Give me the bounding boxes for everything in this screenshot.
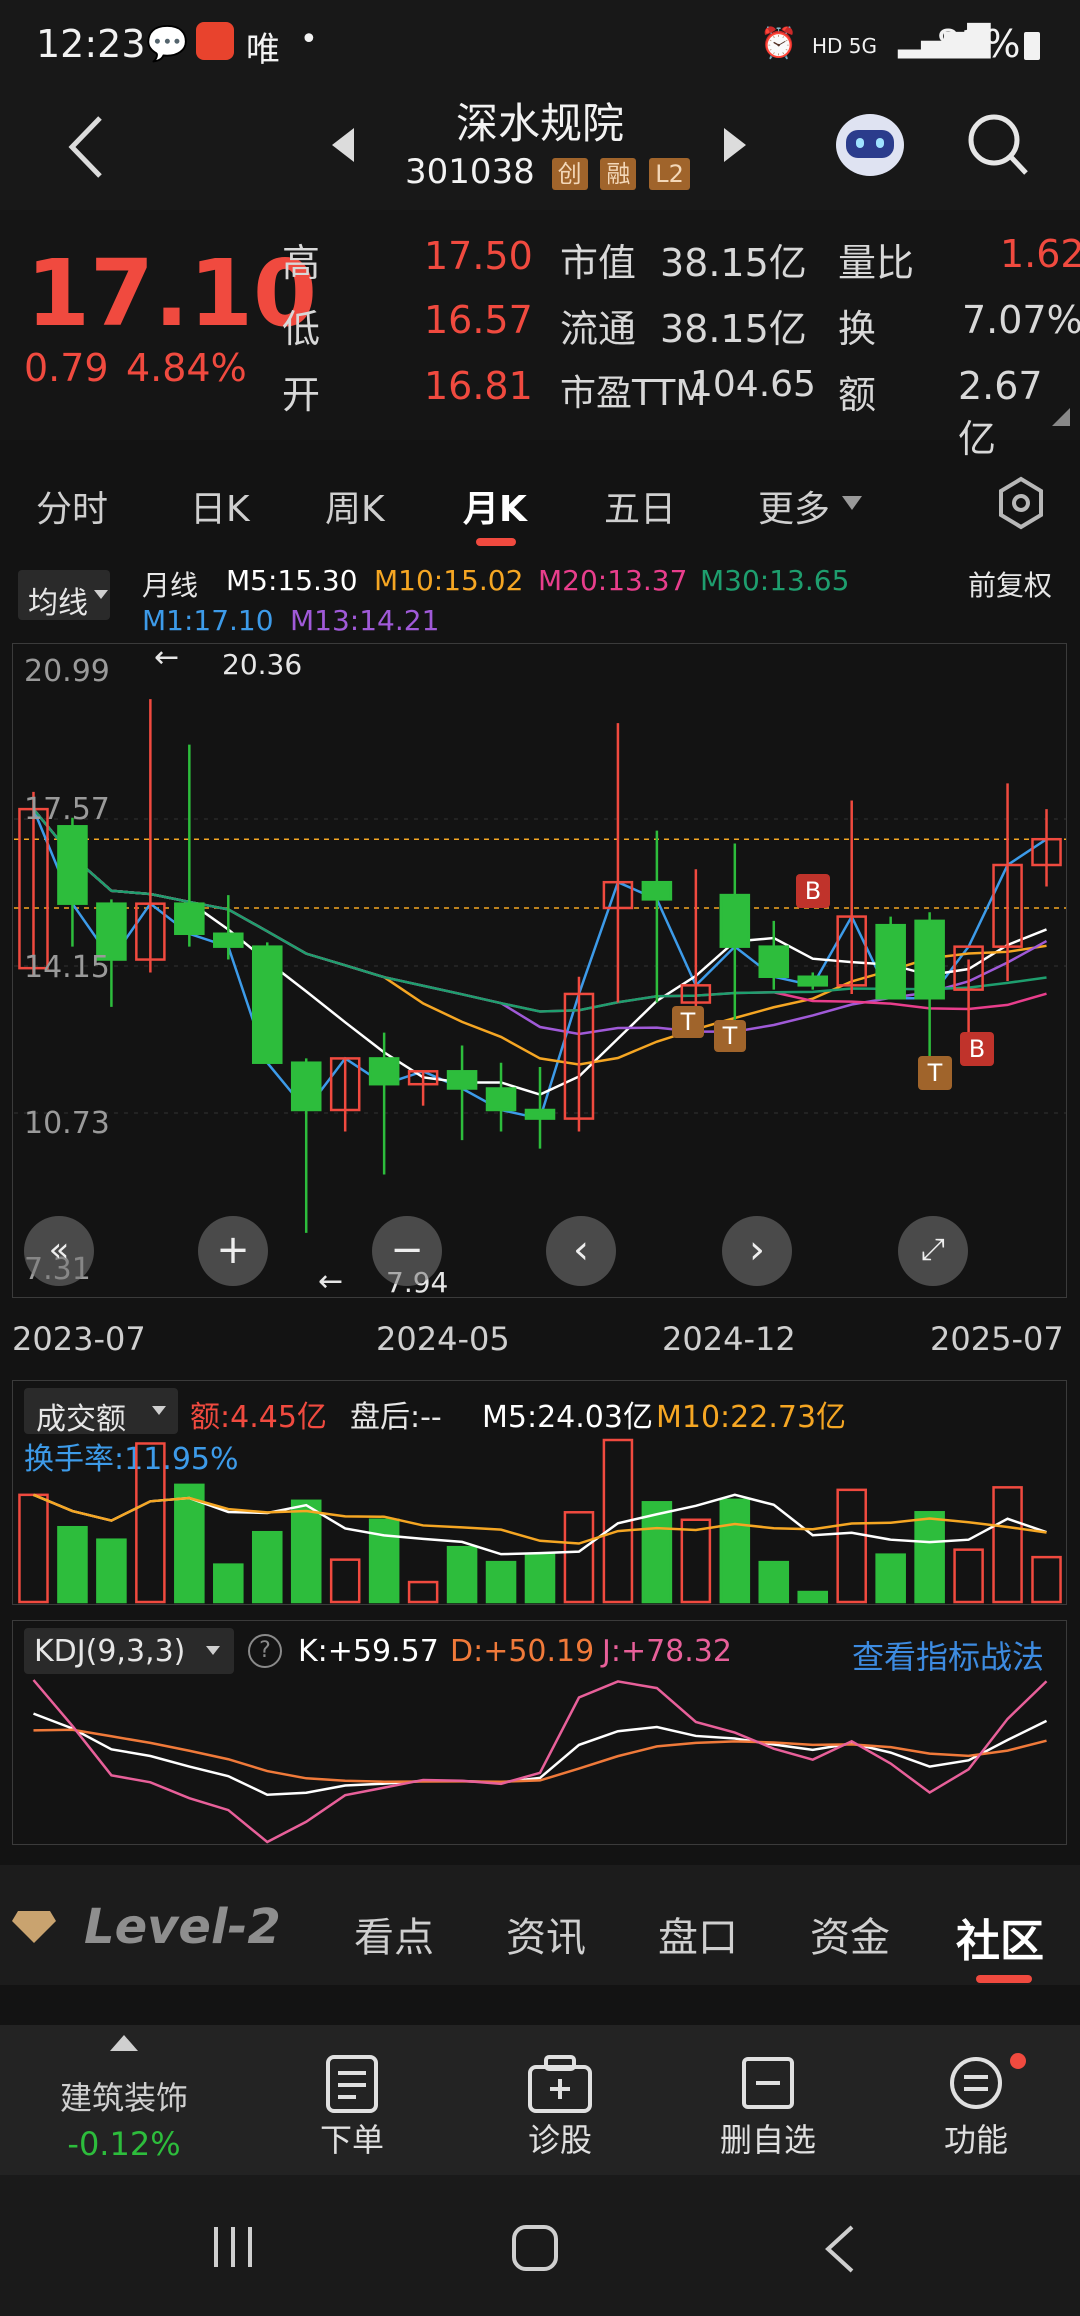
recent-apps-icon[interactable] — [210, 2225, 256, 2269]
function-label: 功能 — [943, 2121, 1008, 2159]
caret-up-icon — [110, 2035, 138, 2051]
tab-kandian[interactable]: 看点 — [354, 1905, 434, 1963]
subtab-indicator — [976, 1975, 1032, 1983]
medical-kit-icon — [528, 2055, 592, 2113]
function-button[interactable]: 功能 — [896, 2053, 1056, 2161]
kdj-line — [32, 1679, 1048, 1844]
minus-box-icon — [742, 2057, 794, 2109]
diamond-icon — [12, 1911, 56, 1943]
sector-name[interactable]: 建筑装饰 — [0, 2073, 248, 2119]
tab-community[interactable]: 社区 — [956, 1905, 1044, 1969]
menu-circle-icon — [950, 2053, 1026, 2109]
order-button[interactable]: 下单 — [272, 2053, 432, 2161]
sector-change: -0.12% — [67, 2125, 181, 2163]
bottom-toolbar: 建筑装饰 -0.12% 下单 诊股 删自选 功能 — [0, 2025, 1080, 2175]
remove-label: 删自选 — [719, 2121, 816, 2159]
home-icon[interactable] — [510, 2223, 560, 2273]
diagnose-button[interactable]: 诊股 — [480, 2053, 640, 2161]
back-nav-icon[interactable] — [822, 2223, 856, 2275]
remove-watchlist-button[interactable]: 删自选 — [688, 2053, 848, 2161]
diagnose-label: 诊股 — [527, 2121, 592, 2159]
tab-news[interactable]: 资讯 — [506, 1905, 586, 1963]
bottom-sub-tabs: Level-2 看点 资讯 盘口 资金 社区 — [0, 1865, 1080, 1985]
document-icon — [326, 2055, 378, 2113]
kdj-chart[interactable] — [0, 0, 1080, 1850]
system-navigation-bar — [0, 2175, 1080, 2316]
order-label: 下单 — [319, 2121, 384, 2159]
tab-capital[interactable]: 资金 — [810, 1905, 890, 1963]
kdj-line — [33, 1712, 1048, 1796]
tab-orderbook[interactable]: 盘口 — [658, 1905, 738, 1963]
tab-level2[interactable]: Level-2 — [84, 1899, 281, 1955]
